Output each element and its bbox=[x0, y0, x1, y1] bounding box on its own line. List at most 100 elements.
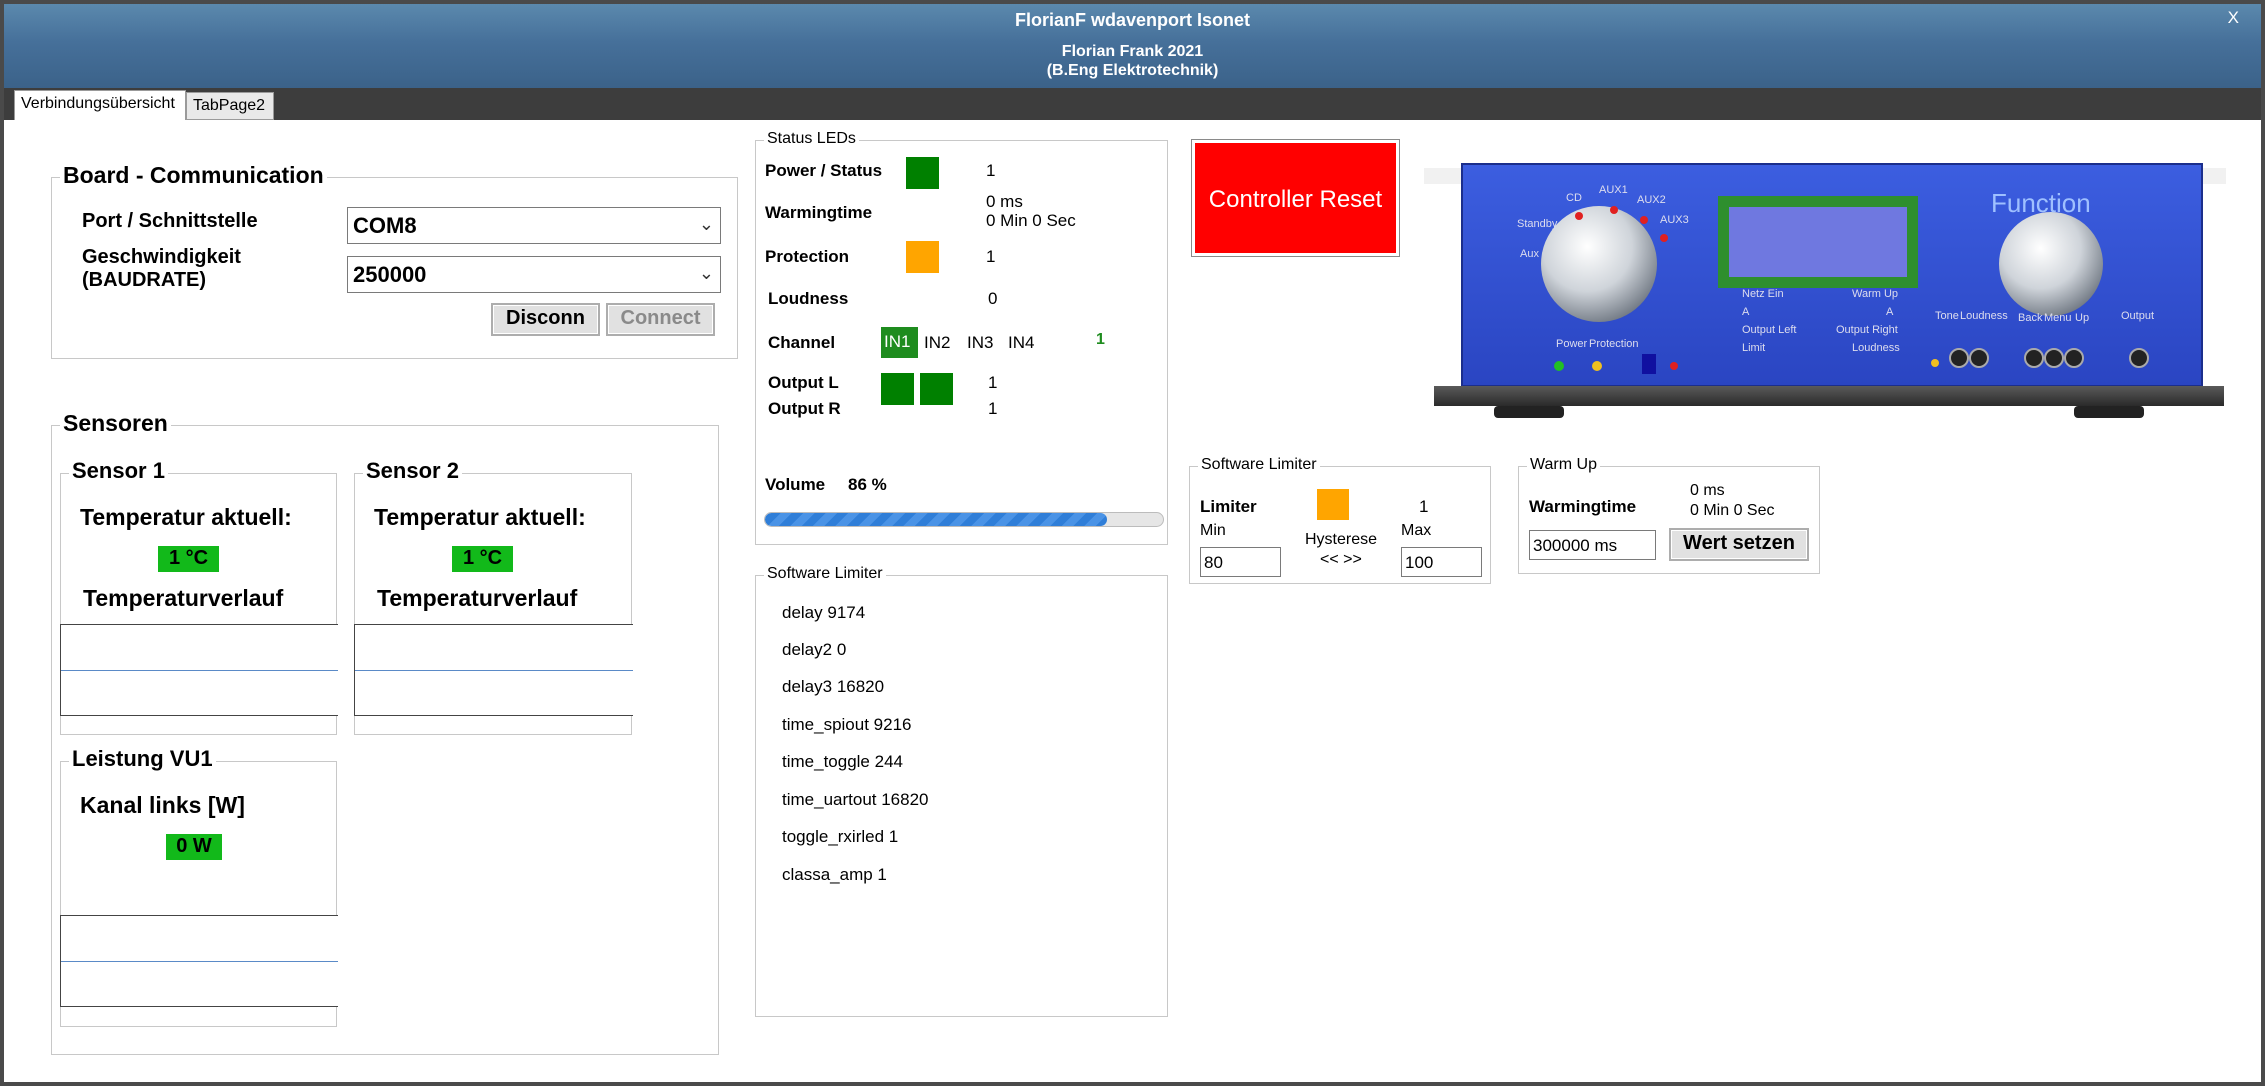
channel-in2: IN2 bbox=[924, 333, 951, 352]
window-title: FlorianF wdavenport Isonet bbox=[1014, 10, 1251, 30]
device-label-aux: Aux bbox=[1520, 248, 1539, 260]
sensor2-title: Sensor 2 bbox=[363, 458, 462, 484]
device-label-loudness: Loudness bbox=[1852, 342, 1900, 354]
tab-verbindungsuebersicht[interactable]: Verbindungsübersicht bbox=[14, 90, 186, 121]
vu1-label: Kanal links [W] bbox=[80, 792, 245, 818]
chevron-down-icon: ⌄ bbox=[698, 263, 714, 283]
output-l-value: 1 bbox=[988, 373, 998, 392]
warmup-status: 0 ms 0 Min 0 Sec bbox=[1690, 481, 1774, 521]
debug-line: time_uartout 16820 bbox=[782, 790, 929, 809]
sensor2-group: Sensor 2 Temperatur aktuell: 1 °C Temper… bbox=[354, 458, 633, 735]
warmup-input[interactable]: 300000 ms bbox=[1529, 530, 1656, 560]
power-value: 1 bbox=[986, 161, 996, 180]
limiter-min-input[interactable]: 80 bbox=[1200, 547, 1281, 577]
warmup-ms: 0 ms bbox=[1690, 482, 1725, 499]
limiter-hysterese-arrows: << >> bbox=[1320, 551, 1362, 568]
loudness-value: 0 bbox=[988, 289, 998, 308]
tab-content: Board - Communication Port / Schnittstel… bbox=[4, 120, 2261, 1082]
port-label: Port / Schnittstelle bbox=[82, 210, 258, 232]
close-button[interactable]: X bbox=[2228, 8, 2239, 28]
device-label-standby: Standby bbox=[1517, 218, 1558, 230]
warmup-min: 0 Min 0 Sec bbox=[1690, 502, 1775, 519]
warmingtime-value: 0 ms 0 Min 0 Sec bbox=[986, 192, 1076, 230]
vu1-chart bbox=[60, 915, 338, 1007]
power-led bbox=[906, 157, 939, 189]
port-select[interactable]: COM8 ⌄ bbox=[347, 207, 721, 244]
sensor2-history-label: Temperaturverlauf bbox=[377, 585, 578, 611]
channel-in1: IN1 bbox=[881, 327, 918, 358]
protection-label: Protection bbox=[765, 247, 850, 266]
device-label-warm-up: Warm Up bbox=[1852, 288, 1899, 300]
vu1-group: Leistung VU1 Kanal links [W] 0 W bbox=[60, 746, 338, 1027]
loudness-label: Loudness bbox=[768, 289, 849, 308]
channel-in3: IN3 bbox=[967, 333, 994, 352]
device-label-aux3: AUX3 bbox=[1660, 214, 1689, 226]
debug-line: delay2 0 bbox=[782, 640, 847, 659]
tab-strip: Verbindungsübersicht TabPage2 bbox=[4, 88, 2261, 121]
baud-select-value: 250000 bbox=[353, 262, 427, 287]
sensor1-history-label: Temperaturverlauf bbox=[83, 585, 284, 611]
tab-tabpage2[interactable]: TabPage2 bbox=[186, 92, 274, 120]
power-label: Power / Status bbox=[765, 161, 883, 180]
channel-in4: IN4 bbox=[1008, 333, 1035, 352]
warmingtime-min: 0 Min 0 Sec bbox=[986, 211, 1076, 230]
device-label-aux2: AUX2 bbox=[1637, 194, 1666, 206]
amplifier-device-image: Function CD AUX1 AUX2 AUX3 Standby Aux N… bbox=[1424, 150, 2226, 420]
disconnect-button[interactable]: Disconn bbox=[491, 303, 600, 336]
baud-label-line1: Geschwindigkeit bbox=[82, 246, 241, 268]
output-l-label: Output L bbox=[768, 373, 839, 392]
controller-reset-button[interactable]: Controller Reset bbox=[1191, 139, 1400, 257]
warmingtime-ms: 0 ms bbox=[986, 192, 1023, 211]
device-label-loudness2: Loudness bbox=[1960, 310, 2008, 322]
sensoren-group: Sensoren Sensor 1 Temperatur aktuell: 1 … bbox=[51, 410, 719, 1055]
debug-line: time_spiout 9216 bbox=[782, 715, 912, 734]
debug-line: delay 9174 bbox=[782, 603, 866, 622]
app-window: FlorianF wdavenport Isonet Florian Frank… bbox=[0, 0, 2265, 1086]
baud-select[interactable]: 250000 ⌄ bbox=[347, 256, 721, 293]
output-l-led bbox=[881, 373, 914, 405]
device-function-label: Function bbox=[1991, 188, 2091, 218]
device-label-output-right: Output Right bbox=[1836, 324, 1898, 336]
protection-led bbox=[906, 241, 939, 273]
window-subtitle-line1: Florian Frank 2021 bbox=[1061, 43, 1204, 60]
output-r-led bbox=[920, 373, 953, 405]
status-leds-group: Status LEDs Power / Status 1 Warmingtime… bbox=[755, 130, 1168, 545]
debug-line: classa_amp 1 bbox=[782, 865, 887, 884]
warmup-label: Warmingtime bbox=[1529, 497, 1637, 516]
debug-title: Software Limiter bbox=[764, 565, 886, 583]
status-leds-title: Status LEDs bbox=[764, 130, 859, 148]
sensor1-chart-series bbox=[61, 670, 338, 671]
limiter-hysterese-label: Hysterese bbox=[1305, 531, 1378, 548]
board-communication-group: Board - Communication Port / Schnittstel… bbox=[51, 162, 738, 359]
limiter-max-label: Max bbox=[1401, 522, 1432, 539]
wert-setzen-button[interactable]: Wert setzen bbox=[1669, 528, 1809, 561]
channel-label: Channel bbox=[768, 333, 836, 352]
title-bar: FlorianF wdavenport Isonet Florian Frank… bbox=[4, 4, 2261, 88]
device-label-limit: Limit bbox=[1742, 342, 1766, 354]
sensoren-title: Sensoren bbox=[60, 410, 171, 437]
output-r-value: 1 bbox=[988, 399, 998, 418]
device-label-a: A bbox=[1742, 306, 1750, 318]
window-subtitle-line2: (B.Eng Elektrotechnik) bbox=[1046, 62, 1219, 79]
sensor1-title: Sensor 1 bbox=[69, 458, 168, 484]
sensor2-temp-value: 1 °C bbox=[452, 546, 513, 572]
sensor1-chart bbox=[60, 624, 338, 716]
warmingtime-label: Warmingtime bbox=[765, 203, 873, 222]
device-label-aux1: AUX1 bbox=[1599, 184, 1628, 196]
board-communication-title: Board - Communication bbox=[60, 162, 327, 189]
volume-progress-fill bbox=[765, 513, 1108, 526]
warmup-group: Warm Up Warmingtime 0 ms 0 Min 0 Sec 300… bbox=[1518, 456, 1820, 574]
device-label-menu: Menu bbox=[2044, 312, 2072, 324]
limiter-group: Software Limiter Limiter 1 Min Hysterese… bbox=[1189, 456, 1491, 584]
vu1-chart-series bbox=[61, 961, 338, 962]
connect-button[interactable]: Connect bbox=[606, 303, 715, 336]
warmup-title: Warm Up bbox=[1527, 456, 1600, 474]
limiter-led bbox=[1317, 489, 1349, 520]
device-label-netz: Netz Ein bbox=[1742, 288, 1784, 300]
limiter-max-input[interactable]: 100 bbox=[1401, 547, 1482, 577]
device-label-power: Power bbox=[1556, 338, 1588, 350]
amplifier-device-svg bbox=[1424, 163, 2226, 418]
baud-label: Geschwindigkeit (BAUDRATE) bbox=[82, 246, 241, 292]
limiter-label: Limiter bbox=[1200, 497, 1257, 516]
volume-progress bbox=[764, 512, 1164, 527]
